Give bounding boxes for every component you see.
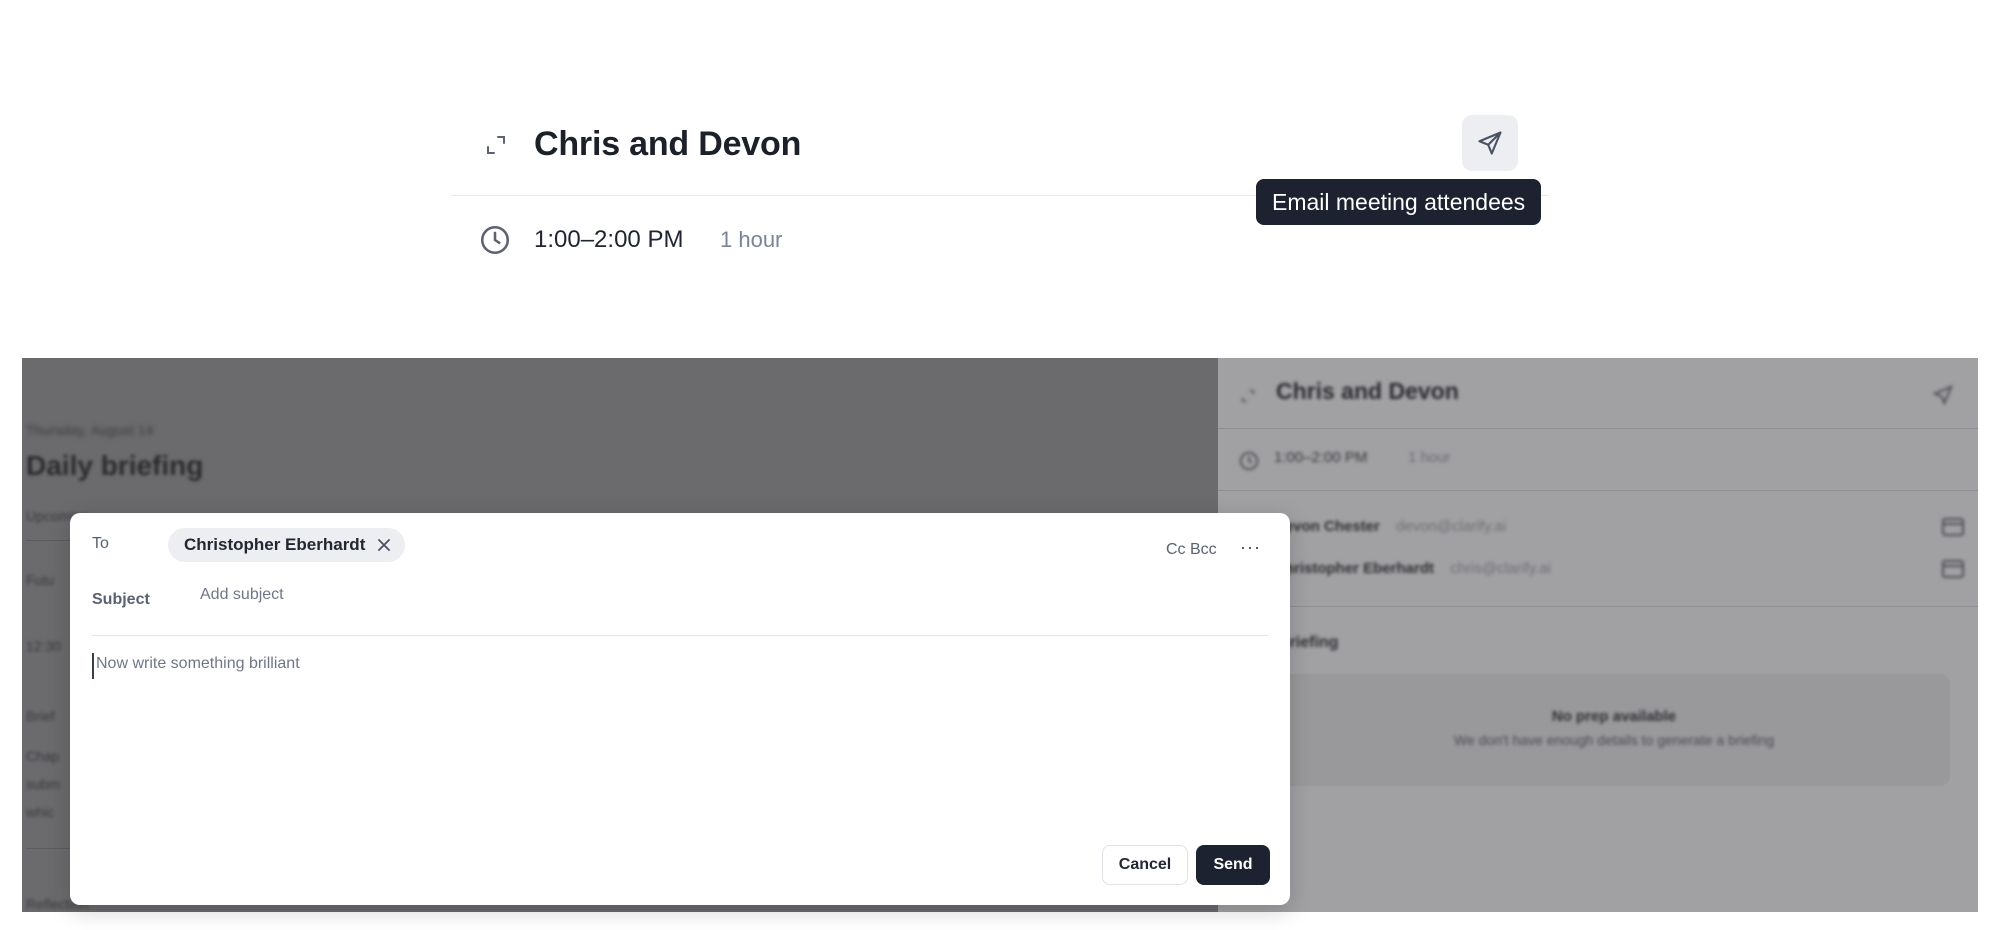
clock-icon bbox=[1238, 450, 1260, 472]
text-fragment: whic bbox=[26, 804, 55, 820]
email-body-input[interactable] bbox=[92, 653, 1274, 679]
no-prep-card: No prep available We don't have enough d… bbox=[1278, 674, 1950, 786]
attendee-row: Christopher Eberhardt chris@clarify.ai bbox=[1274, 560, 1551, 577]
close-icon[interactable] bbox=[377, 538, 391, 552]
subject-label: Subject bbox=[92, 591, 150, 608]
no-prep-subtitle: We don't have enough details to generate… bbox=[1454, 732, 1774, 748]
mail-icon[interactable] bbox=[1942, 518, 1964, 536]
event-time: 12:30 bbox=[26, 638, 62, 654]
expand-icon[interactable] bbox=[484, 133, 508, 157]
section-label: Futu bbox=[26, 572, 55, 588]
meeting-card-zoomed: Chris and Devon 1:00–2:00 PM 1 hour Emai… bbox=[452, 97, 1548, 287]
divider bbox=[1218, 428, 1978, 429]
meeting-time: 1:00–2:00 PM bbox=[534, 226, 684, 253]
text-fragment: Chap bbox=[26, 748, 60, 764]
meeting-title: Chris and Devon bbox=[1276, 378, 1459, 404]
paper-plane-icon[interactable] bbox=[1932, 384, 1954, 406]
divider bbox=[1218, 490, 1978, 491]
divider bbox=[92, 635, 1268, 636]
briefing-title: Daily briefing bbox=[26, 450, 204, 481]
attendee-row: Devon Chester devon@clarify.ai bbox=[1274, 518, 1506, 535]
clock-icon bbox=[478, 223, 512, 257]
to-label: To bbox=[92, 535, 109, 552]
meeting-duration: 1 hour bbox=[1408, 449, 1451, 466]
tooltip: Email meeting attendees bbox=[1256, 179, 1542, 225]
recipient-name: Christopher Eberhardt bbox=[184, 535, 366, 554]
section-label: Brief bbox=[26, 708, 55, 724]
attendee-email: chris@clarify.ai bbox=[1450, 560, 1551, 577]
no-prep-title: No prep available bbox=[1551, 708, 1677, 725]
mail-icon[interactable] bbox=[1942, 560, 1964, 578]
recipient-chip[interactable]: Christopher Eberhardt bbox=[168, 528, 406, 562]
briefing-date: Thursday, August 14 bbox=[26, 422, 154, 438]
meeting-time: 1:00–2:00 PM bbox=[1274, 449, 1368, 466]
attendee-email: devon@clarify.ai bbox=[1396, 518, 1507, 535]
text-fragment: subm bbox=[26, 776, 61, 792]
email-attendees-button[interactable] bbox=[1462, 115, 1518, 171]
attendee-name: Christopher Eberhardt bbox=[1274, 560, 1435, 577]
divider bbox=[1218, 606, 1978, 607]
meeting-title: Chris and Devon bbox=[534, 125, 802, 163]
expand-icon[interactable] bbox=[1240, 388, 1256, 404]
meeting-duration: 1 hour bbox=[720, 227, 783, 252]
subject-input[interactable] bbox=[198, 579, 902, 611]
send-button[interactable]: Send bbox=[1196, 845, 1270, 885]
cancel-button[interactable]: Cancel bbox=[1102, 845, 1188, 885]
compose-email-dialog: To Christopher Eberhardt Cc Bcc ··· Subj… bbox=[70, 513, 1290, 905]
cc-bcc-toggle[interactable]: Cc Bcc bbox=[1166, 541, 1217, 559]
more-options-icon[interactable]: ··· bbox=[1240, 537, 1261, 558]
meeting-detail-pane: Chris and Devon 1:00–2:00 PM 1 hour Devo… bbox=[1218, 358, 1978, 912]
